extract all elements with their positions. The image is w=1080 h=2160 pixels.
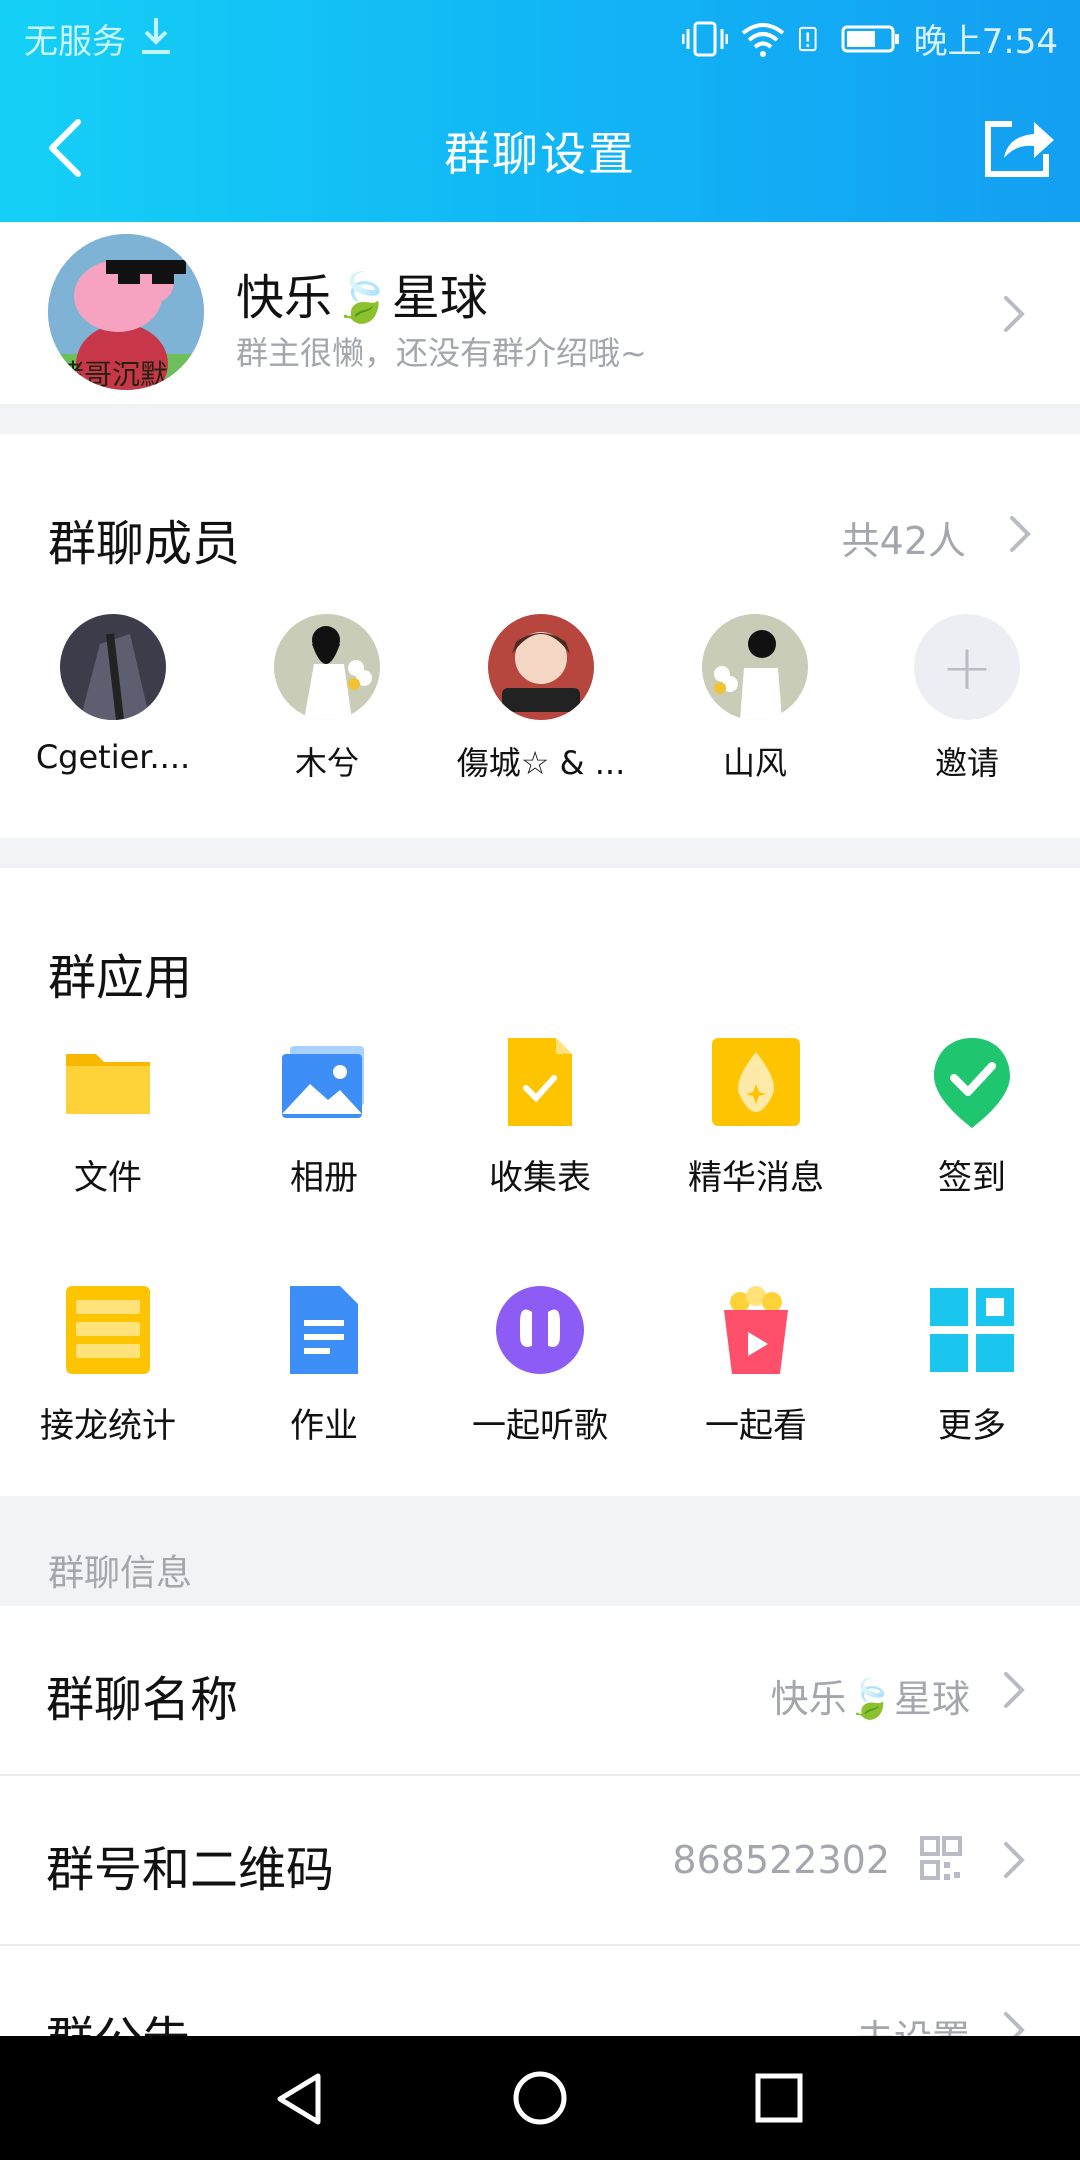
invite-button[interactable]: + 邀请 xyxy=(860,614,1074,784)
app-watch-together[interactable]: 一起看 xyxy=(648,1282,864,1447)
member-avatar xyxy=(488,614,594,720)
app-label: 签到 xyxy=(938,1158,1006,1198)
chevron-right-icon xyxy=(1004,1842,1025,1878)
sim-alert-icon xyxy=(798,26,817,51)
add-icon: + xyxy=(914,614,1020,720)
apps-title: 群应用 xyxy=(48,950,193,1006)
group-name: 快乐🍃星球 xyxy=(236,270,488,326)
row-group-number-qr[interactable]: 群号和二维码 868522302 xyxy=(0,1776,1080,1944)
download-icon xyxy=(142,18,170,54)
qr-code-icon xyxy=(920,1836,962,1880)
member-item[interactable]: Cgetier.... xyxy=(6,614,220,776)
app-file[interactable]: 文件 xyxy=(0,1034,216,1199)
nav-back-icon[interactable] xyxy=(272,2070,328,2128)
row-label: 群聊名称 xyxy=(46,1672,239,1728)
homework-icon xyxy=(290,1286,358,1374)
app-label: 精华消息 xyxy=(688,1158,824,1198)
status-bar: 无服务 晚上7:54 xyxy=(0,0,1080,74)
popcorn-icon xyxy=(724,1286,788,1374)
info-section-header: 群聊信息 xyxy=(48,1553,193,1594)
page-title: 群聊设置 xyxy=(444,127,636,181)
app-more[interactable]: 更多 xyxy=(864,1282,1080,1447)
members-section: 群聊成员 共42人 Cgetier.... 木兮 傷城☆ & ... 山风 + … xyxy=(0,434,1080,838)
nav-recents-icon[interactable] xyxy=(754,2072,804,2124)
form-icon xyxy=(508,1038,572,1126)
carrier-text: 无服务 xyxy=(24,22,126,62)
chevron-right-icon xyxy=(1004,296,1025,332)
app-homework[interactable]: 作业 xyxy=(216,1282,432,1447)
member-count[interactable]: 共42人 xyxy=(842,510,966,565)
solitaire-icon xyxy=(66,1286,150,1374)
app-label: 一起听歌 xyxy=(472,1406,608,1446)
member-avatar xyxy=(702,614,808,720)
vibrate-icon xyxy=(681,21,728,56)
nav-home-icon[interactable] xyxy=(512,2070,568,2126)
row-label: 群号和二维码 xyxy=(46,1842,335,1898)
app-label: 相册 xyxy=(290,1158,358,1198)
app-label: 文件 xyxy=(74,1158,142,1198)
clock-text: 晚上7:54 xyxy=(913,22,1058,62)
member-item[interactable]: 傷城☆ & ... xyxy=(434,614,648,784)
member-name: 傷城☆ & ... xyxy=(456,744,626,782)
member-name: 木兮 xyxy=(294,744,359,782)
row-value: 快乐🍃星球 xyxy=(770,1677,970,1721)
app-label: 更多 xyxy=(938,1406,1006,1446)
share-icon[interactable] xyxy=(982,114,1058,180)
invite-label: 邀请 xyxy=(934,744,999,782)
status-icons: 晚上7:54 xyxy=(681,14,1058,63)
app-solitaire[interactable]: 接龙统计 xyxy=(0,1282,216,1447)
app-check-in[interactable]: 签到 xyxy=(864,1034,1080,1199)
wifi-icon xyxy=(741,22,784,57)
album-icon xyxy=(282,1046,364,1118)
app-album[interactable]: 相册 xyxy=(216,1034,432,1199)
member-name: Cgetier.... xyxy=(35,738,191,776)
battery-icon xyxy=(841,25,899,52)
member-avatar xyxy=(60,614,166,720)
app-label: 收集表 xyxy=(489,1158,591,1198)
group-apps-section: 群应用 文件 相册 收集表 精华消息 签到 接龙统计 作业 一起听歌 一起看 更… xyxy=(0,868,1080,1496)
essence-icon xyxy=(712,1038,800,1126)
app-listen-together[interactable]: 一起听歌 xyxy=(432,1282,648,1447)
group-number: 868522302 xyxy=(672,1838,890,1882)
app-label: 作业 xyxy=(290,1406,358,1446)
check-in-icon xyxy=(934,1038,1010,1128)
member-avatar xyxy=(274,614,380,720)
member-item[interactable]: 山风 xyxy=(648,614,862,784)
svg-text:猪哥沉默: 猪哥沉默 xyxy=(56,358,168,390)
group-avatar: 猪哥沉默 xyxy=(48,234,204,390)
app-form[interactable]: 收集表 xyxy=(432,1034,648,1199)
folder-icon xyxy=(66,1054,150,1114)
group-description: 群主很懒，还没有群介绍哦~ xyxy=(236,334,647,372)
headphones-icon xyxy=(496,1286,584,1374)
app-essence[interactable]: 精华消息 xyxy=(648,1034,864,1199)
members-title: 群聊成员 xyxy=(48,516,241,572)
app-label: 一起看 xyxy=(705,1406,807,1446)
system-nav-bar xyxy=(0,2036,1080,2160)
more-grid-icon xyxy=(930,1288,1014,1372)
chevron-right-icon[interactable] xyxy=(1008,514,1032,554)
member-item[interactable]: 木兮 xyxy=(220,614,434,784)
member-name: 山风 xyxy=(722,744,787,782)
row-group-name[interactable]: 群聊名称 快乐🍃星球 xyxy=(0,1606,1080,1774)
app-label: 接龙统计 xyxy=(40,1406,176,1446)
chevron-right-icon xyxy=(1004,1672,1025,1708)
title-bar: 无服务 晚上7:54 群聊设置 xyxy=(0,0,1080,222)
group-profile-card[interactable]: 猪哥沉默 快乐🍃星球 群主很懒，还没有群介绍哦~ xyxy=(0,222,1080,404)
